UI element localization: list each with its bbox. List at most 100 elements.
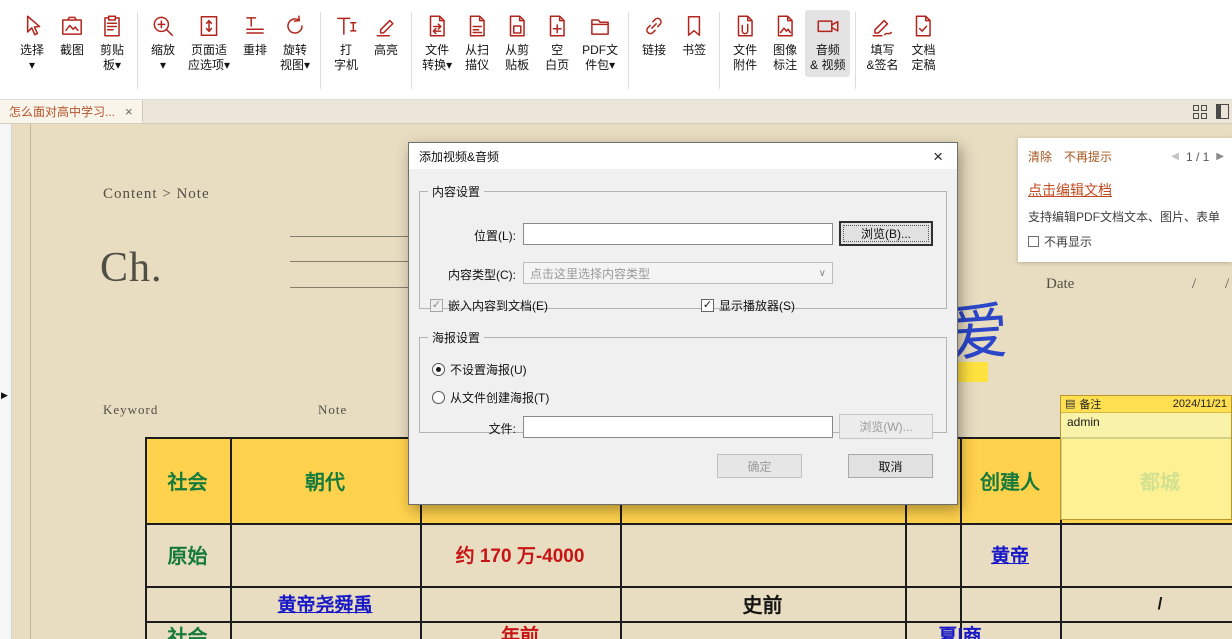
toolbar-button-rotate-view[interactable]: 旋转视图▾	[275, 10, 315, 77]
tab-bar: 怎么面对高中学习... ×	[0, 100, 1232, 124]
rotate-view-icon	[282, 13, 308, 39]
toolbar-button-reflow[interactable]: 重排	[235, 10, 275, 62]
toolbar-button-label: 从扫描仪	[465, 43, 489, 73]
dialog-close-icon[interactable]: ×	[929, 148, 947, 165]
sticky-note-header: ▤ 备注 2024/11/21	[1061, 396, 1231, 413]
toolbar-button-label: 截图	[60, 43, 84, 58]
browse-location-button[interactable]: 浏览(B)...	[839, 221, 933, 246]
next-page-icon[interactable]: ▶	[1216, 151, 1224, 162]
dont-show-checkbox[interactable]: 不再显示	[1028, 233, 1224, 250]
toolbar-button-doc-convert[interactable]: 文件转换▾	[417, 10, 457, 77]
note-body[interactable]: admin	[1061, 413, 1231, 519]
content-type-label: 内容类型(C):	[420, 266, 516, 283]
toolbar-button-doc-blank[interactable]: 空白页	[537, 10, 577, 77]
table-header-cell: 朝代	[230, 437, 420, 523]
sticky-note-annotation[interactable]: ▤ 备注 2024/11/21 admin	[1060, 395, 1232, 520]
tab-title: 怎么面对高中学习...	[9, 103, 115, 120]
edit-hint-panel: 清除 不再提示 ◀ 1 / 1 ▶ 点击编辑文档 支持编辑PDF文档文本、图片、…	[1018, 138, 1232, 262]
toolbar-separator	[855, 12, 856, 89]
checkbox-label: 显示播放器(S)	[719, 297, 795, 314]
doc-blank-icon	[544, 13, 570, 39]
group-legend: 内容设置	[428, 183, 484, 200]
tabbar-icons	[1193, 100, 1232, 123]
checkbox-label: 嵌入内容到文档(E)	[448, 297, 548, 314]
show-player-checkbox[interactable]: ✓ 显示播放器(S)	[701, 297, 795, 314]
checkbox-label: 不再显示	[1044, 233, 1092, 250]
toolbar-separator	[719, 12, 720, 89]
no-prompt-button[interactable]: 不再提示	[1064, 148, 1112, 165]
thumbnail-view-icon[interactable]	[1193, 105, 1207, 119]
toolbar-button-doc-package[interactable]: PDF文件包▾	[577, 10, 623, 77]
toolbar-separator	[320, 12, 321, 89]
toolbar-button-label: 重排	[243, 43, 267, 58]
toolbar-button-bookmark[interactable]: 书签	[674, 10, 714, 62]
toolbar-button-label: 链接	[642, 43, 666, 58]
toolbar-button-label: 打字机	[334, 43, 358, 73]
toolbar-button-label: 旋转视图▾	[280, 43, 310, 73]
table-link-cell[interactable]: 黄帝尧舜禹	[230, 586, 420, 621]
ok-button[interactable]: 确定	[717, 454, 802, 478]
prev-page-icon[interactable]: ◀	[1171, 151, 1179, 162]
toolbar-button-doc-paste[interactable]: 从剪贴板	[497, 10, 537, 77]
toolbar-button-clipboard[interactable]: 剪贴板▾	[92, 10, 132, 77]
toolbar-button-camera[interactable]: 音频& 视频	[805, 10, 850, 77]
panel-expander-arrow[interactable]: ▶	[1, 390, 8, 401]
toolbar-button-select-cursor[interactable]: 选择▾	[12, 10, 52, 77]
poster-from-file-radio[interactable]: 从文件创建海报(T)	[432, 389, 549, 406]
dialog-title: 添加视频&音频	[419, 148, 499, 165]
table-cell: 史前	[620, 586, 905, 621]
poster-file-input[interactable]	[523, 416, 833, 438]
note-title: 备注	[1079, 396, 1101, 412]
pdf-editor-window: 选择▾ 截图 剪贴板▾ 缩放▾页面适应选项▾ 重排旋转视图▾ 打字机高亮文件转换▾ 从扫描仪…	[0, 0, 1232, 639]
clear-button[interactable]: 清除	[1028, 148, 1052, 165]
toolbar-button-typewriter[interactable]: 打字机	[326, 10, 366, 77]
content-type-select[interactable]: 点击这里选择内容类型 ∨	[523, 262, 833, 284]
toolbar-button-label: 文件转换▾	[422, 43, 452, 73]
toolbar-button-fill-sign[interactable]: 填写&签名	[861, 10, 903, 77]
camera-icon	[815, 13, 841, 39]
toolbar-button-highlight[interactable]: 高亮	[366, 10, 406, 62]
toolbar-button-label: 音频& 视频	[810, 43, 845, 73]
edit-document-link[interactable]: 点击编辑文档	[1028, 180, 1224, 200]
side-panel-icon[interactable]	[1216, 104, 1229, 119]
doc-date-slash: /	[1225, 276, 1229, 293]
zoom-icon	[150, 13, 176, 39]
embed-content-checkbox[interactable]: ✓ 嵌入内容到文档(E)	[430, 297, 548, 314]
document-tab[interactable]: 怎么面对高中学习... ×	[0, 100, 143, 123]
doc-final-icon	[910, 13, 936, 39]
toolbar-button-screenshot[interactable]: 截图	[52, 10, 92, 62]
doc-chapter: Ch.	[100, 244, 163, 292]
location-label: 位置(L):	[420, 227, 516, 244]
table-cell: 原始	[145, 523, 230, 586]
doc-package-icon	[587, 13, 613, 39]
table-link-cell[interactable]: 黄帝	[960, 523, 1060, 586]
toolbar-button-doc-attach[interactable]: 文件附件	[725, 10, 765, 77]
no-poster-radio[interactable]: 不设置海报(U)	[432, 361, 527, 378]
cancel-button[interactable]: 取消	[848, 454, 933, 478]
file-label: 文件:	[420, 420, 516, 437]
location-input[interactable]	[523, 223, 833, 245]
toolbar-button-fit-page[interactable]: 页面适应选项▾	[183, 10, 235, 77]
toolbar-button-doc-image[interactable]: 图像标注	[765, 10, 805, 77]
radio-circle	[432, 363, 445, 376]
toolbar-button-zoom[interactable]: 缩放▾	[143, 10, 183, 77]
page-pager: ◀ 1 / 1 ▶	[1171, 150, 1224, 164]
document-area: Content > Note Ch. Date / / 爱 Keyword No…	[0, 124, 1232, 639]
radio-label: 从文件创建海报(T)	[450, 389, 549, 406]
doc-convert-icon	[424, 13, 450, 39]
toolbar-button-link[interactable]: 链接	[634, 10, 674, 62]
table-header-cell: 社会	[145, 437, 230, 523]
browse-poster-button[interactable]: 浏览(W)...	[839, 414, 933, 439]
toolbar-button-label: 从剪贴板	[505, 43, 529, 73]
content-type-placeholder: 点击这里选择内容类型	[530, 265, 650, 282]
page-indicator: 1 / 1	[1186, 150, 1209, 164]
toolbar-button-doc-scan[interactable]: 从扫描仪	[457, 10, 497, 77]
radio-label: 不设置海报(U)	[450, 361, 527, 378]
radio-circle	[432, 391, 445, 404]
toolbar-button-label: 书签	[682, 43, 706, 58]
doc-image-icon	[772, 13, 798, 39]
toolbar-button-label: 剪贴板▾	[100, 43, 124, 73]
toolbar-button-doc-final[interactable]: 文档定稿	[903, 10, 943, 77]
tab-close-icon[interactable]: ×	[125, 104, 133, 119]
table-link-cell[interactable]: 夏|商	[905, 621, 1015, 639]
